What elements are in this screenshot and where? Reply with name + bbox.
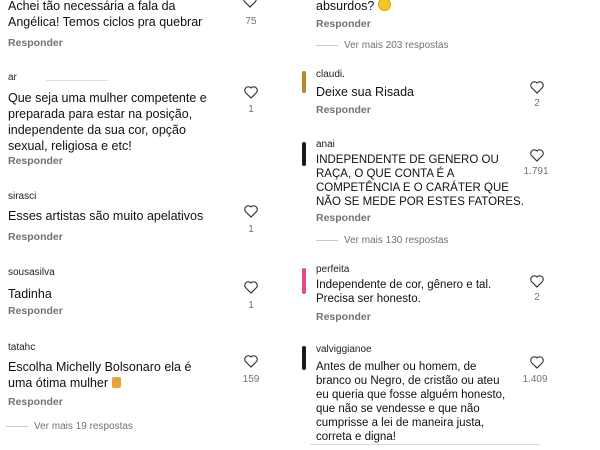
comment-text: Tadinha bbox=[8, 287, 52, 301]
comment-text: absurdos? bbox=[316, 0, 391, 14]
reply-button[interactable]: Responder bbox=[8, 305, 63, 317]
comment-text: Escolha Michelly Bolsonaro ela é uma óti… bbox=[8, 360, 192, 390]
heart-outline-icon[interactable] bbox=[529, 274, 545, 288]
like-count: 1 bbox=[248, 300, 254, 311]
avatar[interactable] bbox=[302, 346, 306, 370]
reply-button[interactable]: Responder bbox=[316, 311, 371, 323]
reply-button[interactable]: Responder bbox=[8, 155, 63, 167]
reply-button[interactable]: Responder bbox=[8, 231, 63, 243]
comment-text: INDEPENDENTE DE GENERO OU RAÇA, O QUE CO… bbox=[316, 154, 524, 208]
comment-text: Antes de mulher ou homem, de branco ou N… bbox=[316, 361, 506, 443]
view-more-replies[interactable]: Ver mais 203 respostas bbox=[316, 40, 449, 51]
heart-outline-icon[interactable] bbox=[529, 148, 545, 162]
heart-outline-icon[interactable] bbox=[243, 280, 259, 294]
comment-text: Esses artistas são muito apelativos bbox=[8, 209, 204, 223]
reply-button[interactable]: Responder bbox=[8, 37, 63, 49]
comment-text: Deixe sua Risada bbox=[316, 85, 414, 99]
comment-text: Achei tão necessária a fala da Angélica!… bbox=[8, 0, 203, 29]
like-count: 1.791 bbox=[523, 166, 549, 177]
like-count: 2 bbox=[534, 98, 540, 109]
comment-text: Independente de cor, gênero e tal. Preci… bbox=[316, 279, 492, 305]
reply-button[interactable]: Responder bbox=[8, 396, 63, 408]
replies-divider-line bbox=[6, 426, 28, 427]
heart-outline-icon[interactable] bbox=[529, 355, 545, 369]
like-count: 2 bbox=[534, 292, 540, 303]
heart-outline-icon[interactable] bbox=[243, 204, 259, 218]
like-count: 75 bbox=[245, 16, 257, 27]
section-divider bbox=[310, 444, 540, 445]
nail-polish-emoji bbox=[111, 377, 121, 388]
comment-username[interactable]: sirasci bbox=[8, 191, 36, 202]
comment-username[interactable]: valviggianoe bbox=[316, 344, 372, 355]
heart-outline-icon[interactable] bbox=[243, 85, 259, 99]
reply-button[interactable]: Responder bbox=[316, 18, 371, 30]
avatar[interactable] bbox=[302, 268, 306, 294]
reply-button[interactable]: Responder bbox=[316, 212, 371, 224]
reply-button[interactable]: Responder bbox=[316, 104, 371, 116]
like-count: 159 bbox=[242, 374, 260, 385]
smiling-face-emoji bbox=[377, 0, 391, 11]
like-count: 1.409 bbox=[522, 374, 548, 385]
like-count: 1 bbox=[248, 104, 254, 115]
heart-outline-icon[interactable] bbox=[529, 80, 545, 94]
comment-username[interactable]: sousasilva bbox=[8, 267, 55, 278]
replies-divider-line bbox=[316, 45, 338, 46]
comment-username[interactable]: ar bbox=[8, 72, 17, 83]
avatar[interactable] bbox=[302, 71, 306, 93]
view-more-replies[interactable]: Ver mais 130 respostas bbox=[316, 235, 449, 246]
username-redaction bbox=[46, 80, 108, 81]
comment-username[interactable]: tatahc bbox=[8, 342, 35, 353]
avatar[interactable] bbox=[302, 142, 306, 166]
heart-outline-icon[interactable] bbox=[243, 354, 259, 368]
comment-text: Que seja uma mulher competente e prepara… bbox=[8, 91, 207, 153]
comment-username[interactable]: claudi. bbox=[316, 69, 345, 80]
replies-divider-line bbox=[316, 240, 338, 241]
comment-username[interactable]: anai bbox=[316, 139, 335, 150]
comment-username[interactable]: perfeita bbox=[316, 264, 349, 275]
heart-outline-icon[interactable] bbox=[242, 0, 258, 8]
view-more-replies[interactable]: Ver mais 19 respostas bbox=[6, 421, 133, 432]
like-count: 1 bbox=[248, 224, 254, 235]
